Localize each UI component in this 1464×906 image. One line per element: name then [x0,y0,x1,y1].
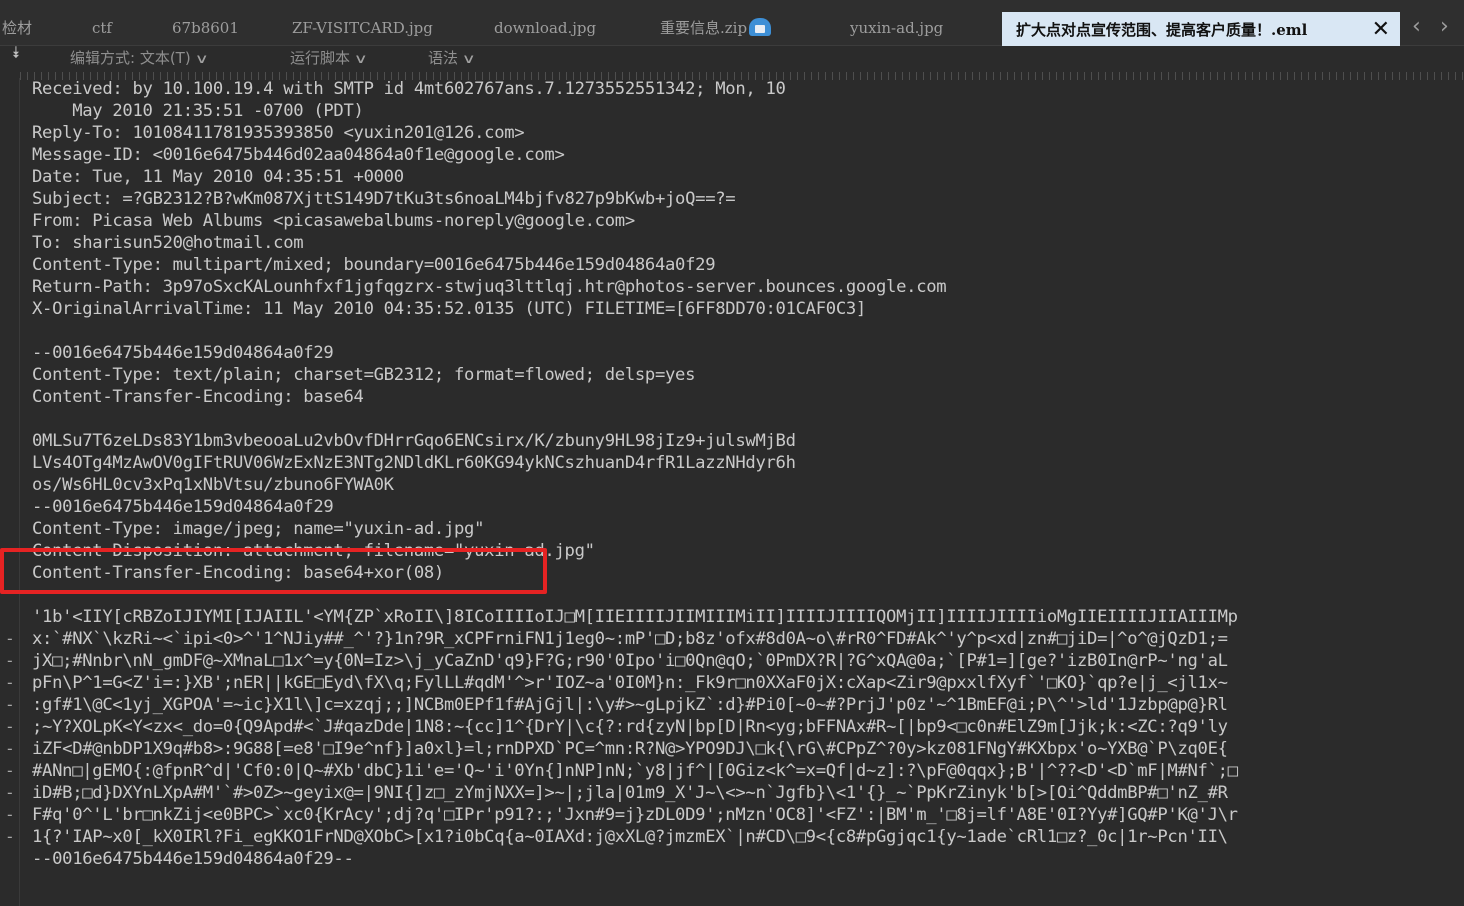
collapse-chevron-icon[interactable]: ⯯ [11,45,21,61]
editor-line: :gf#1\@C<1yj_XGPOA'=~ic}X1l\]c=xzqj;;]NC… [32,695,1228,715]
fold-marker[interactable]: - [5,650,15,672]
syntax-label: 语法 [428,49,459,67]
tab-label: 67b8601 [172,19,239,37]
run-script-dropdown[interactable]: 运行脚本 ∨ [290,46,368,72]
fold-marker[interactable]: - [5,782,15,804]
syntax-dropdown[interactable]: 语法 ∨ [428,46,476,72]
editor-line: Content-Type: multipart/mixed; boundary=… [32,255,716,275]
editor-line: Date: Tue, 11 May 2010 04:35:51 +0000 [32,167,404,187]
run-script-label: 运行脚本 [290,49,351,67]
editor-line: Content-Transfer-Encoding: base64 [32,387,364,407]
fold-marker[interactable]: - [5,738,15,760]
editor-gutter: - - - - - - - - - - [0,78,20,906]
chevron-down-icon: ∨ [194,52,209,67]
lock-icon [749,18,772,36]
tab-label: yuxin-ad.jpg [850,19,944,37]
editor-line: Content-Transfer-Encoding: base64+xor(08… [32,563,444,583]
tab-yuxin-ad[interactable]: yuxin-ad.jpg [850,10,970,46]
tab-67b8601[interactable]: 67b8601 [172,10,252,46]
chevron-down-icon: ∨ [461,52,476,67]
editor-line: 0MLSu7T6zeLDs83Y1bm3vbeooaLu2vbOvfDHrrGq… [32,431,796,451]
editor-line: 1{?'IAP~x0[_kX0IRl?Fi_egKKO1FrND@XObC>[x… [32,827,1228,847]
fold-marker[interactable]: - [5,826,15,848]
editor-line: X-OriginalArrivalTime: 11 May 2010 04:35… [32,299,866,319]
fold-marker[interactable]: - [5,716,15,738]
tab-zf-visitcard[interactable]: ZF-VISITCARD.jpg [292,10,452,46]
editor-line: jX□;#Nnbr\nN_gmDF@~XMnaL□1x^=y{0N=Iz>\j_… [32,651,1228,671]
editor-line: From: Picasa Web Albums <picasawebalbums… [32,211,635,231]
edit-mode-dropdown[interactable]: 编辑方式: 文本(T) ∨ [70,46,209,72]
tab-bar: 检材 ctf 67b8601 ZF-VISITCARD.jpg download… [0,0,1464,46]
editor-line: --0016e6475b446e159d04864a0f29 [32,497,334,517]
fold-marker[interactable]: - [5,672,15,694]
editor-line: Return-Path: 3p97oSxcKALounhfxf1jgfqgzrx… [32,277,947,297]
tab-label: ZF-VISITCARD.jpg [292,19,433,37]
editor-line: '1b'<IIY[cRBZoIJIYMI[IJAIIL'<YM{ZP`xRoII… [32,607,1238,627]
tab-ctf[interactable]: ctf [92,10,132,46]
editor-line: #ANn□|gEMO{:@fpnR^d|'Cf0:0|Q~#Xb'dbC}1i'… [32,761,1238,781]
fold-marker[interactable]: - [5,628,15,650]
fold-marker[interactable]: - [5,760,15,782]
fold-marker[interactable]: - [5,804,15,826]
editor-line: iZF<D#@nbDP1X9q#b8>:9G88[=e8'□I9e^nf}]a0… [32,739,1228,759]
editor-line: To: sharisun520@hotmail.com [32,233,304,253]
editor-line: Content-Type: text/plain; charset=GB2312… [32,365,696,385]
editor-line: Received: by 10.100.19.4 with SMTP id 4m… [32,79,786,99]
tab-zhongyao-xinxi-zip[interactable]: 重要信息.zip [660,10,800,46]
tab-label: 扩大点对点宣传范围、提高客户质量！.eml [1016,21,1308,39]
editor-line: ;~Y?XOLpK<Y<zx<_do=0{Q9Apd#<`J#qazDde|1N… [32,717,1228,737]
tab-label: ctf [92,19,112,37]
edit-mode-label: 编辑方式: 文本(T) [70,49,191,67]
editor-line: iD#B;□d}DXYnLXpA#M'`#>0Z>~geyix@=|9NI{]z… [32,783,1228,803]
editor-line: Content-Type: image/jpeg; name="yuxin-ad… [32,519,485,539]
chevron-down-icon: ∨ [353,52,368,67]
editor-line: os/Ws6HL0cv3xPq1xNbVtsu/zbuno6FYWA0K [32,475,394,495]
editor-line: Message-ID: <0016e6475b446d02aa04864a0f1… [32,145,565,165]
editor-line: Reply-To: 10108411781935393850 <yuxin201… [32,123,525,143]
text-editor[interactable]: Received: by 10.100.19.4 with SMTP id 4m… [32,78,1464,906]
tab-download[interactable]: download.jpg [494,10,618,46]
tab-jiancai[interactable]: 检材 [2,10,42,46]
fold-marker[interactable]: - [5,694,15,716]
editor-line: --0016e6475b446e159d04864a0f29 [32,343,334,363]
editor-line: pFn\P^1=G<Z'i=:}XB';nER||kGE□Eyd\fX\q;Fy… [32,673,1228,693]
tab-label: 重要信息.zip [660,19,748,37]
tab-eml-active[interactable]: 扩大点对点宣传范围、提高客户质量！.eml ✕ [1002,12,1400,46]
close-tab-icon[interactable]: ✕ [1372,12,1390,46]
tab-label: 检材 [2,19,33,37]
editor-line: Subject: =?GB2312?B?wKm087XjttS149D7tKu3… [32,189,736,209]
editor-line: May 2010 21:35:51 -0700 (PDT) [32,101,364,121]
chevron-right-icon[interactable]: › [1440,12,1449,42]
editor-line: F#q'0^'L'br□nkZij<e0BPC>`xc0{KrAcy';dj?q… [32,805,1238,825]
editor-line: --0016e6475b446e159d04864a0f29-- [32,849,354,869]
editor-line: Content-Disposition: attachment; filenam… [32,541,595,561]
editor-toolbar: ⯯ 编辑方式: 文本(T) ∨ 运行脚本 ∨ 语法 ∨ [0,45,1464,72]
tab-label: download.jpg [494,19,597,37]
chevron-left-icon[interactable]: ‹ [1412,12,1421,42]
editor-line: LVs4OTg4MzAwOV0gIFtRUV06WzExNzE3NTg2NDld… [32,453,796,473]
editor-line: x:`#NX`\kzRi~<`ipi<0>^'1^NJiy##_^'?}1n?9… [32,629,1228,649]
